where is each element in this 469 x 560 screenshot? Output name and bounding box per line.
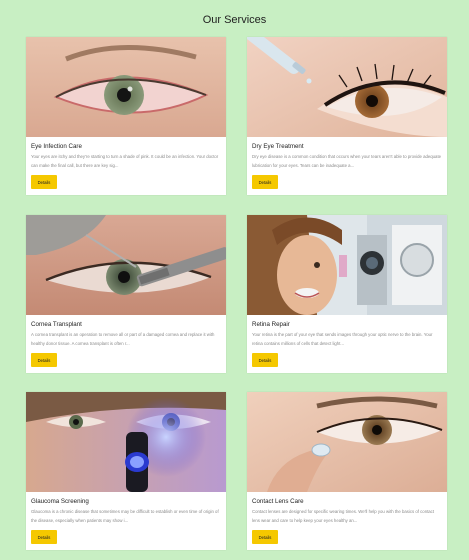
contact-lens-image bbox=[247, 392, 447, 492]
service-description: Glaucoma is a chronic disease that somet… bbox=[31, 509, 219, 523]
details-button[interactable]: Details bbox=[31, 530, 57, 544]
service-name: Contact Lens Care bbox=[252, 498, 304, 505]
service-name: Glaucoma Screening bbox=[31, 498, 89, 505]
service-card-retina-repair: Retina Repair Your retina is the part of… bbox=[247, 215, 447, 373]
service-description: Dry eye disease is a common condition th… bbox=[252, 154, 442, 168]
service-description: Contact lenses are designed for specific… bbox=[252, 509, 435, 523]
service-card-cornea-transplant: Cornea Transplant A cornea transplant is… bbox=[26, 215, 226, 373]
details-button[interactable]: Details bbox=[31, 175, 57, 189]
service-name: Dry Eye Treatment bbox=[252, 143, 304, 150]
dry-eye-image bbox=[247, 37, 447, 137]
cornea-transplant-image bbox=[26, 215, 226, 315]
service-card-contact-lens: Contact Lens Care Contact lenses are des… bbox=[247, 392, 447, 550]
service-description: Your retina is the part of your eye that… bbox=[252, 332, 433, 346]
retina-repair-image bbox=[247, 215, 447, 315]
glaucoma-screening-image bbox=[26, 392, 226, 492]
service-name: Cornea Transplant bbox=[31, 321, 82, 328]
service-card-eye-infection: Eye Infection Care Your eyes are itchy a… bbox=[26, 37, 226, 195]
service-card-glaucoma: Glaucoma Screening Glaucoma is a chronic… bbox=[26, 392, 226, 550]
service-description: Your eyes are itchy and they're starting… bbox=[31, 154, 219, 168]
details-button[interactable]: Details bbox=[252, 530, 278, 544]
service-name: Retina Repair bbox=[252, 321, 290, 328]
service-description: A cornea transplant is an operation to r… bbox=[31, 332, 215, 346]
details-button[interactable]: Details bbox=[31, 353, 57, 367]
page-title: Our Services bbox=[202, 14, 267, 26]
service-card-dry-eye: Dry Eye Treatment Dry eye disease is a c… bbox=[247, 37, 447, 195]
details-button[interactable]: Details bbox=[252, 175, 278, 189]
service-name: Eye Infection Care bbox=[31, 143, 82, 150]
details-button[interactable]: Details bbox=[252, 353, 278, 367]
eye-infection-image bbox=[26, 37, 226, 137]
